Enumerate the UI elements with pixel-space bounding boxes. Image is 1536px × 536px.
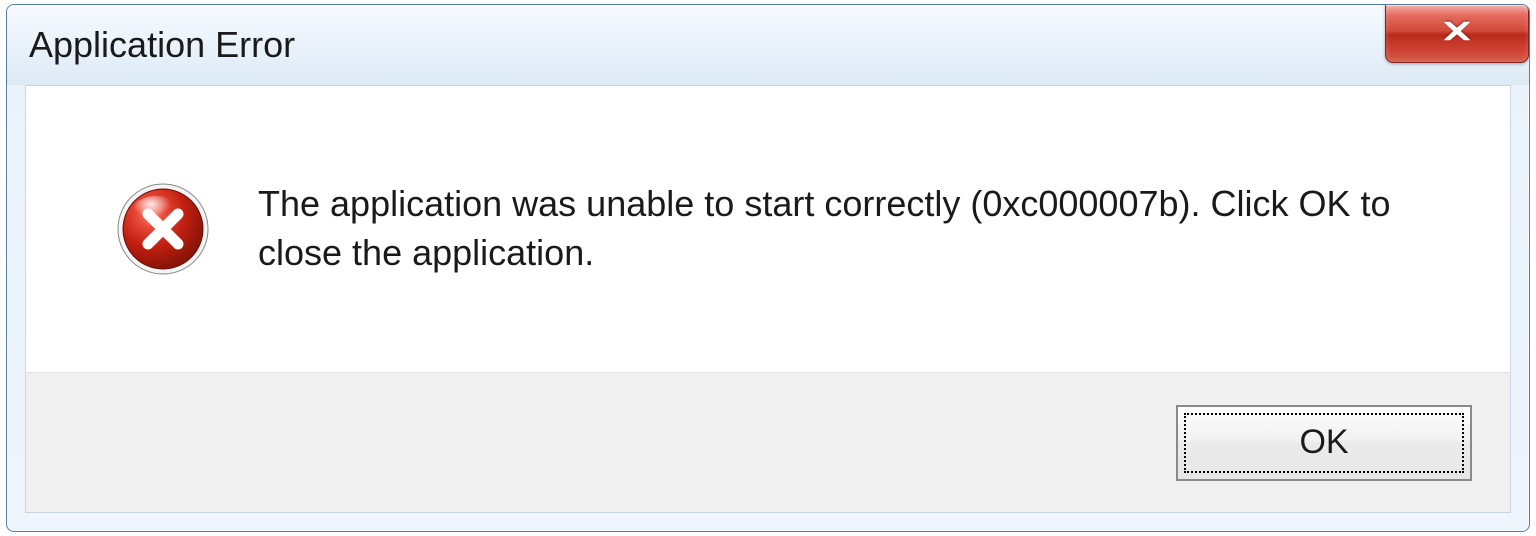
error-icon <box>116 182 210 276</box>
close-icon <box>1436 18 1478 49</box>
button-area: OK <box>26 372 1510 512</box>
message-area: The application was unable to start corr… <box>26 86 1510 372</box>
error-dialog: Application Error <box>6 4 1530 532</box>
ok-button-label: OK <box>1184 413 1464 473</box>
dialog-title: Application Error <box>29 24 295 66</box>
ok-button[interactable]: OK <box>1176 405 1472 481</box>
close-button[interactable] <box>1385 5 1529 63</box>
content-area: The application was unable to start corr… <box>25 85 1511 513</box>
titlebar: Application Error <box>7 5 1529 85</box>
message-text: The application was unable to start corr… <box>258 180 1440 277</box>
